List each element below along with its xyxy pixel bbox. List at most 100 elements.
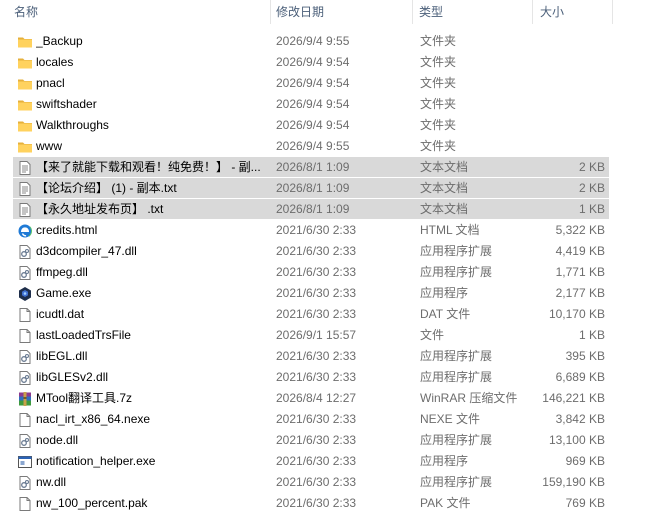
file-row[interactable]: d3dcompiler_47.dll 2021/6/30 2:33 应用程序扩展 4,…: [0, 241, 662, 262]
file-name[interactable]: Walkthroughs: [36, 115, 266, 136]
file-size: 2,177 KB: [555, 286, 605, 300]
file-row[interactable]: _Backup 2026/9/4 9:55 文件夹: [0, 31, 662, 52]
dll-file-icon: [17, 433, 33, 449]
text-file-icon: [17, 160, 33, 176]
file-type: 应用程序: [420, 286, 469, 300]
blank-file-icon: [17, 412, 33, 428]
column-header-type[interactable]: 类型: [419, 0, 529, 24]
file-size: [530, 94, 605, 115]
file-row[interactable]: MTool翻译工具.7z 2026/8/4 12:27 WinRAR 压缩文件 146…: [0, 388, 662, 409]
folder-icon: [17, 118, 33, 134]
file-name[interactable]: ffmpeg.dll: [36, 262, 266, 283]
file-row[interactable]: locales 2026/9/4 9:54 文件夹: [0, 52, 662, 73]
file-name[interactable]: pnacl: [36, 73, 266, 94]
file-type: 应用程序扩展: [420, 475, 493, 489]
column-divider[interactable]: [532, 0, 533, 24]
file-row[interactable]: Walkthroughs 2026/9/4 9:54 文件夹: [0, 115, 662, 136]
column-header-date[interactable]: 修改日期: [276, 0, 411, 24]
file-modified-date: 2026/8/1 1:09: [276, 202, 350, 216]
file-row[interactable]: swiftshader 2026/9/4 9:54 文件夹: [0, 94, 662, 115]
file-modified-date: 2026/8/4 12:27: [276, 391, 357, 405]
file-row[interactable]: 【论坛介绍】 (1) - 副本.txt 2026/8/1 1:09 文本文档 2 KB: [0, 178, 662, 199]
file-type: 文件夹: [420, 76, 457, 90]
file-row[interactable]: nw.dll 2021/6/30 2:33 应用程序扩展 159,190 KB: [0, 472, 662, 493]
file-row[interactable]: 【永久地址发布页】 .txt 2026/8/1 1:09 文本文档 1 KB: [0, 199, 662, 220]
column-divider[interactable]: [270, 0, 271, 24]
blank-file-icon: [17, 328, 33, 344]
file-row[interactable]: lastLoadedTrsFile 2026/9/1 15:57 文件 1 KB: [0, 325, 662, 346]
file-row[interactable]: nacl_irt_x86_64.nexe 2021/6/30 2:33 NEXE 文…: [0, 409, 662, 430]
file-type: 应用程序扩展: [420, 433, 493, 447]
file-name[interactable]: www: [36, 136, 266, 157]
file-row[interactable]: node.dll 2021/6/30 2:33 应用程序扩展 13,100 KB: [0, 430, 662, 451]
file-name[interactable]: notification_helper.exe: [36, 451, 266, 472]
dll-file-icon: [17, 475, 33, 491]
file-name[interactable]: 【来了就能下载和观看！纯免费！】 - 副...: [36, 157, 266, 178]
file-modified-date: 2021/6/30 2:33: [276, 265, 357, 279]
file-name[interactable]: 【论坛介绍】 (1) - 副本.txt: [36, 178, 266, 199]
file-modified-date: 2021/6/30 2:33: [276, 286, 357, 300]
file-name[interactable]: libGLESv2.dll: [36, 367, 266, 388]
file-row[interactable]: libEGL.dll 2021/6/30 2:33 应用程序扩展 395 KB: [0, 346, 662, 367]
exe-window-icon: [17, 454, 33, 470]
file-size: 395 KB: [565, 349, 605, 363]
column-header-name[interactable]: 名称: [14, 0, 269, 24]
file-size: 159,190 KB: [542, 475, 605, 489]
column-divider[interactable]: [412, 0, 413, 24]
file-type: 文本文档: [420, 181, 469, 195]
file-size: [530, 31, 605, 52]
text-file-icon: [17, 202, 33, 218]
file-name[interactable]: 【永久地址发布页】 .txt: [36, 199, 266, 220]
file-name[interactable]: _Backup: [36, 31, 266, 52]
file-type: DAT 文件: [420, 307, 471, 321]
file-modified-date: 2026/9/4 9:54: [276, 55, 350, 69]
file-row[interactable]: pnacl 2026/9/4 9:54 文件夹: [0, 73, 662, 94]
file-type: 应用程序扩展: [420, 349, 493, 363]
file-type: 应用程序扩展: [420, 244, 493, 258]
file-row[interactable]: 【来了就能下载和观看！纯免费！】 - 副... 2026/8/1 1:09 文本文档…: [0, 157, 662, 178]
file-size: [530, 115, 605, 136]
file-name[interactable]: credits.html: [36, 220, 266, 241]
file-name[interactable]: node.dll: [36, 430, 266, 451]
file-modified-date: 2021/6/30 2:33: [276, 454, 357, 468]
file-row[interactable]: ffmpeg.dll 2021/6/30 2:33 应用程序扩展 1,771 KB: [0, 262, 662, 283]
file-row[interactable]: Game.exe 2021/6/30 2:33 应用程序 2,177 KB: [0, 283, 662, 304]
file-type: 文件: [420, 328, 445, 342]
file-name[interactable]: locales: [36, 52, 266, 73]
folder-icon: [17, 55, 33, 71]
file-modified-date: 2021/6/30 2:33: [276, 244, 357, 258]
column-divider[interactable]: [612, 0, 613, 24]
file-type: 文本文档: [420, 202, 469, 216]
file-name[interactable]: Game.exe: [36, 283, 266, 304]
file-row[interactable]: notification_helper.exe 2021/6/30 2:33 应用程…: [0, 451, 662, 472]
folder-icon: [17, 76, 33, 92]
file-name[interactable]: swiftshader: [36, 94, 266, 115]
file-modified-date: 2021/6/30 2:33: [276, 223, 357, 237]
file-type: 应用程序扩展: [420, 370, 493, 384]
file-name[interactable]: nw.dll: [36, 472, 266, 493]
file-row[interactable]: libGLESv2.dll 2021/6/30 2:33 应用程序扩展 6,689 K…: [0, 367, 662, 388]
file-row[interactable]: icudtl.dat 2021/6/30 2:33 DAT 文件 10,170 KB: [0, 304, 662, 325]
file-type: 文件夹: [420, 118, 457, 132]
folder-icon: [17, 34, 33, 50]
file-name[interactable]: libEGL.dll: [36, 346, 266, 367]
folder-icon: [17, 139, 33, 155]
file-row[interactable]: credits.html 2021/6/30 2:33 HTML 文档 5,322 K…: [0, 220, 662, 241]
file-size: 5,322 KB: [555, 223, 605, 237]
file-modified-date: 2026/9/4 9:54: [276, 118, 350, 132]
file-modified-date: 2026/9/4 9:55: [276, 139, 350, 153]
file-name[interactable]: nacl_irt_x86_64.nexe: [36, 409, 266, 430]
dll-file-icon: [17, 244, 33, 260]
file-type: WinRAR 压缩文件: [420, 391, 518, 405]
file-size: 1 KB: [578, 328, 605, 342]
file-size: 969 KB: [565, 454, 605, 468]
file-row[interactable]: www 2026/9/4 9:55 文件夹: [0, 136, 662, 157]
column-header-bar: ^ 名称 修改日期 类型 大小: [0, 0, 662, 24]
column-header-size[interactable]: 大小: [540, 0, 610, 24]
file-name[interactable]: icudtl.dat: [36, 304, 266, 325]
file-name[interactable]: lastLoadedTrsFile: [36, 325, 266, 346]
file-name[interactable]: d3dcompiler_47.dll: [36, 241, 266, 262]
file-name[interactable]: MTool翻译工具.7z: [36, 388, 266, 409]
text-file-icon: [17, 181, 33, 197]
file-type: 文件夹: [420, 139, 457, 153]
